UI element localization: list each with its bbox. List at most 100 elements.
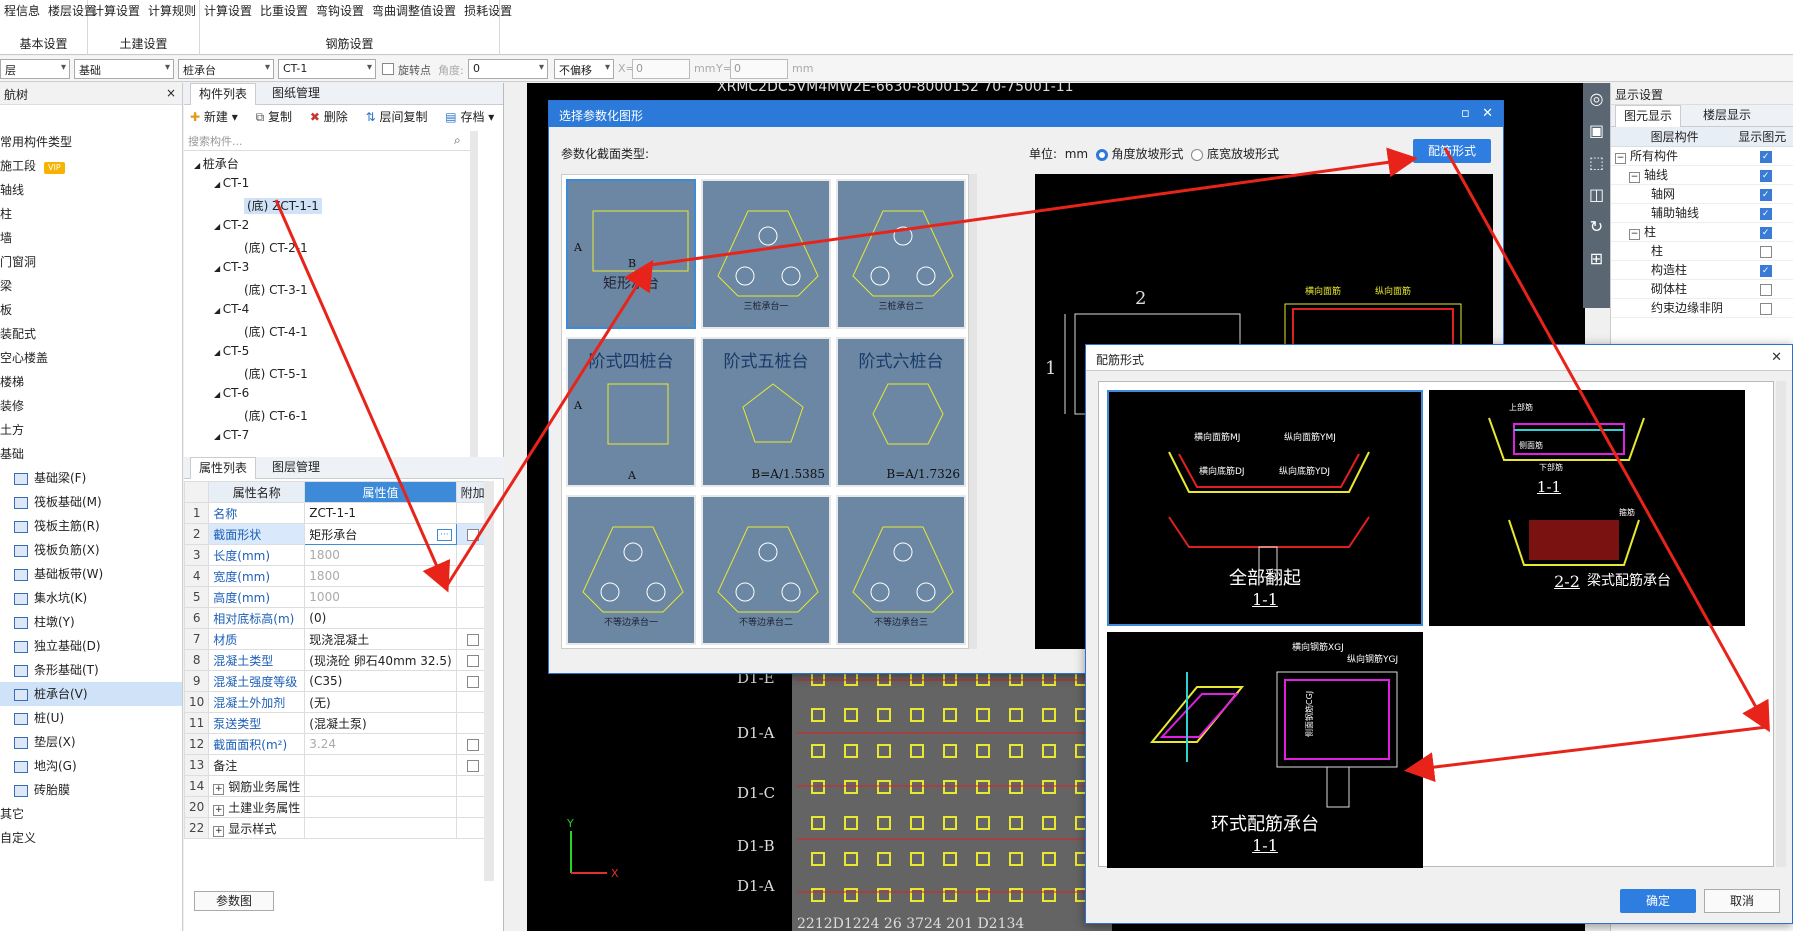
display-checkbox[interactable]: [1759, 245, 1772, 258]
ribbon-project-info[interactable]: 程信息: [4, 4, 40, 18]
floor-combo[interactable]: 层: [0, 59, 70, 79]
collapse-icon[interactable]: −: [1629, 172, 1640, 183]
tree-node[interactable]: ◢ 桩承台: [194, 155, 239, 172]
cancel-button[interactable]: 取消: [1704, 889, 1780, 913]
property-value[interactable]: 矩形承台 ···: [304, 523, 457, 545]
nav-item[interactable]: 梁: [0, 274, 182, 298]
ribbon-calc-rules[interactable]: 计算规则: [148, 4, 196, 18]
expand-icon[interactable]: ◢: [214, 180, 223, 189]
expand-icon[interactable]: +: [213, 825, 225, 837]
pin-icon[interactable]: ×: [166, 86, 176, 100]
rebar-scrollbar[interactable]: [1776, 381, 1786, 867]
nav-item[interactable]: 土方: [0, 418, 182, 442]
view-3d-icon[interactable]: ▣: [1583, 115, 1610, 147]
nav-item[interactable]: 筏板基础(M): [0, 490, 182, 514]
property-row[interactable]: 22 + 显示样式: [183, 817, 490, 839]
display-row[interactable]: 柱: [1611, 242, 1793, 261]
expand-icon[interactable]: ◢: [214, 264, 223, 273]
property-value[interactable]: (现浇砼 卵石40mm 32.5): [304, 649, 457, 671]
tree-node[interactable]: (底) CT-3-1: [244, 281, 308, 298]
nav-item[interactable]: 桩(U): [0, 706, 182, 730]
view-box-icon[interactable]: ◫: [1583, 179, 1610, 211]
nav-item[interactable]: 独立基础(D): [0, 634, 182, 658]
property-value[interactable]: [304, 775, 457, 797]
property-value[interactable]: [304, 754, 457, 776]
zoom-icon[interactable]: ⊞: [1583, 243, 1610, 275]
property-row[interactable]: 10 混凝土外加剂 (无): [183, 691, 490, 713]
property-value[interactable]: [304, 817, 457, 839]
property-row[interactable]: 5 高度(mm) 1000: [183, 586, 490, 608]
angle-input[interactable]: 0: [468, 59, 548, 79]
extra-checkbox[interactable]: [466, 654, 479, 667]
parametric-shape-option[interactable]: 不等边承台一: [566, 495, 696, 645]
param-diagram-button[interactable]: 参数图: [194, 891, 274, 911]
tree-node[interactable]: ◢ CT-6: [214, 386, 249, 400]
nav-item[interactable]: 条形基础(T): [0, 658, 182, 682]
nav-item[interactable]: 筏板负筋(X): [0, 538, 182, 562]
expand-icon[interactable]: +: [213, 783, 225, 795]
rebar-form-button[interactable]: 配筋形式: [1413, 139, 1491, 163]
tab-drawing-manager[interactable]: 图纸管理: [264, 83, 328, 105]
ok-button[interactable]: 确定: [1620, 889, 1696, 913]
tree-node[interactable]: (底) CT-4-1: [244, 323, 308, 340]
search-input[interactable]: 搜索构件...: [184, 131, 470, 151]
tree-node[interactable]: ◢ CT-7: [214, 428, 249, 442]
parametric-shape-option[interactable]: 矩形承台 A B: [566, 179, 696, 329]
rebar-option-full-bend[interactable]: 横向面筋MJ 纵向面筋YMJ 横向底筋DJ 纵向底筋YDJ 全部翻起 1-1: [1107, 390, 1423, 626]
property-value[interactable]: 1800: [304, 565, 457, 587]
extra-checkbox[interactable]: [466, 528, 479, 541]
type-combo[interactable]: 桩承台: [178, 59, 274, 79]
display-checkbox[interactable]: ✓: [1759, 207, 1772, 220]
tab-floor-display[interactable]: 楼层显示: [1695, 105, 1759, 127]
maximize-icon[interactable]: ▫: [1461, 106, 1470, 121]
expand-icon[interactable]: +: [213, 804, 225, 816]
extra-checkbox[interactable]: [466, 633, 479, 646]
parametric-shape-option[interactable]: 阶式四桩台 A A: [566, 337, 696, 487]
parametric-shape-option[interactable]: 阶式六桩台 B=A/1.7326: [836, 337, 966, 487]
shape-grid-scrollbar[interactable]: [969, 174, 977, 649]
copy-button[interactable]: ⧉ 复制: [256, 110, 292, 124]
tab-component-list[interactable]: 构件列表: [190, 83, 257, 105]
property-value[interactable]: (混凝土泵): [304, 712, 457, 734]
collapse-icon[interactable]: −: [1629, 229, 1640, 240]
rebar-option-beam[interactable]: 上部筋 侧面筋 下部筋 箍筋 1-1 2-2 梁式配筋承台: [1429, 390, 1745, 626]
property-row[interactable]: 14 + 钢筋业务属性: [183, 775, 490, 797]
parametric-shape-option[interactable]: 不等边承台二: [701, 495, 831, 645]
tree-node[interactable]: ◢ CT-2: [214, 218, 249, 232]
nav-item[interactable]: 板: [0, 298, 182, 322]
nav-item[interactable]: 桩承台(V): [0, 682, 182, 706]
ribbon-rebar-calc[interactable]: 计算设置: [204, 4, 252, 18]
floor-copy-button[interactable]: ⇅ 层间复制: [366, 110, 428, 124]
nav-item[interactable]: 门窗洞: [0, 250, 182, 274]
display-row[interactable]: − 轴线 ✓: [1611, 166, 1793, 185]
nav-item[interactable]: 其它: [0, 802, 182, 826]
display-row[interactable]: − 所有构件 ✓: [1611, 147, 1793, 166]
nav-item[interactable]: 垫层(X): [0, 730, 182, 754]
tree-node[interactable]: ◢ CT-3: [214, 260, 249, 274]
tree-node[interactable]: (底) CT-5-1: [244, 365, 308, 382]
nav-item[interactable]: 常用构件类型: [0, 130, 182, 154]
parametric-shape-option[interactable]: 三桩承台二: [836, 179, 966, 329]
extra-checkbox[interactable]: [466, 738, 479, 751]
radio-width[interactable]: [1191, 148, 1204, 161]
tree-node[interactable]: ◢ CT-1: [214, 176, 249, 190]
expand-icon[interactable]: ◢: [194, 161, 203, 170]
delete-button[interactable]: ✖ 删除: [310, 110, 348, 124]
display-row[interactable]: 轴网 ✓: [1611, 185, 1793, 204]
ribbon-loss[interactable]: 损耗设置: [464, 4, 512, 18]
archive-button[interactable]: ▤ 存档 ▾: [445, 110, 494, 124]
display-row[interactable]: − 柱 ✓: [1611, 223, 1793, 242]
display-checkbox[interactable]: [1759, 283, 1772, 296]
property-row[interactable]: 3 长度(mm) 1800: [183, 544, 490, 566]
property-value[interactable]: ZCT-1-1: [304, 502, 457, 524]
tab-element-display[interactable]: 图元显示: [1615, 105, 1682, 127]
radio-angle[interactable]: [1095, 148, 1108, 161]
expand-icon[interactable]: ◢: [214, 348, 223, 357]
nav-item[interactable]: 集水坑(K): [0, 586, 182, 610]
extra-checkbox[interactable]: [466, 759, 479, 772]
extra-checkbox[interactable]: [466, 675, 479, 688]
nav-item[interactable]: 施工段 VIP: [0, 154, 182, 178]
nav-item[interactable]: 墙: [0, 226, 182, 250]
display-row[interactable]: 砌体柱: [1611, 280, 1793, 299]
tree-node[interactable]: (底) CT-6-1: [244, 407, 308, 424]
